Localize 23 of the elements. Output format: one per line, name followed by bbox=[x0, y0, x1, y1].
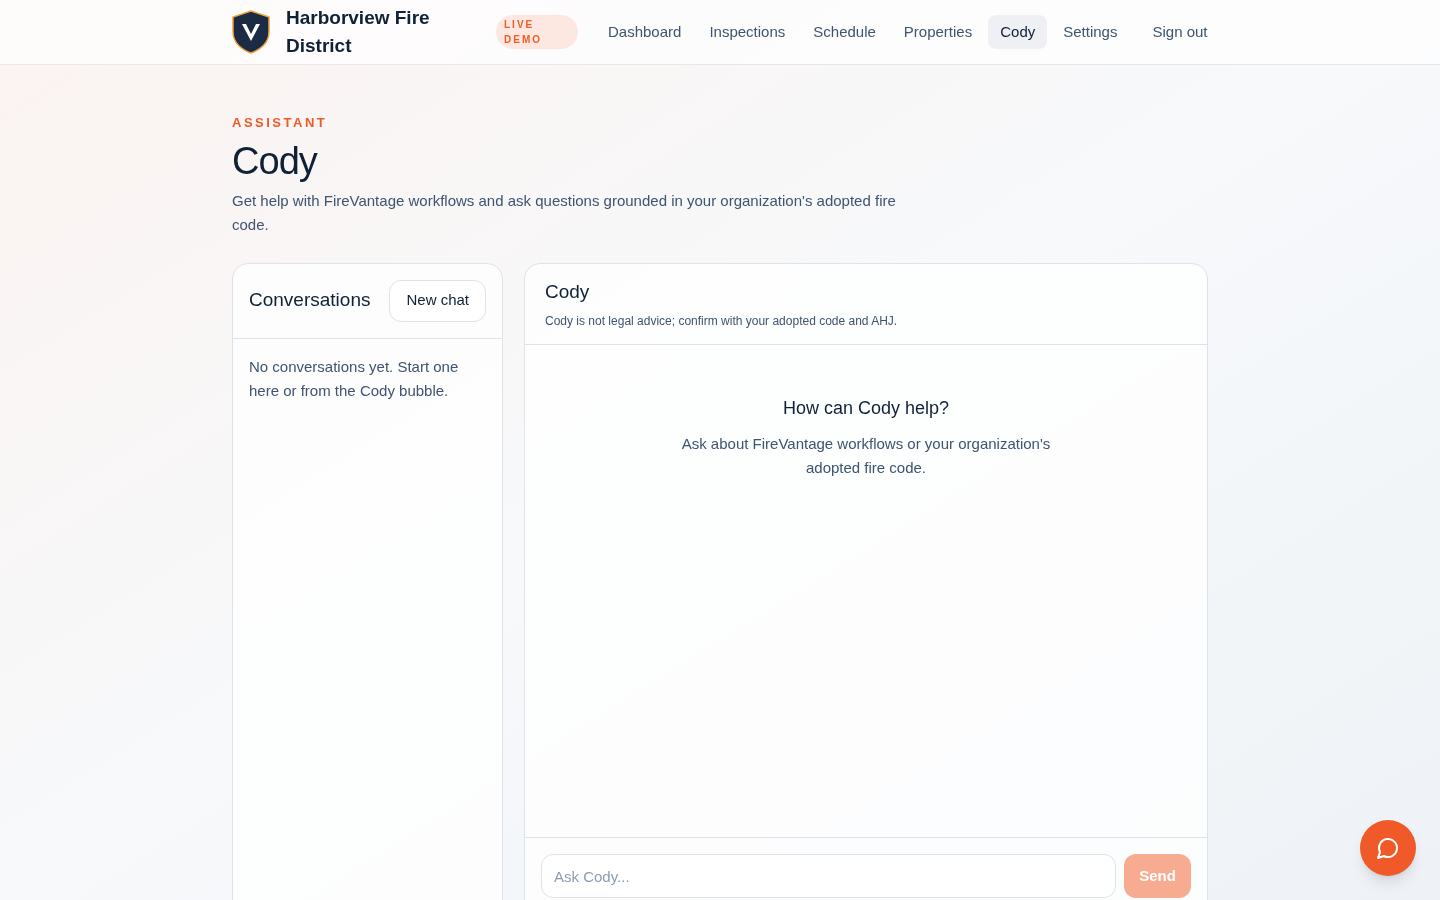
brand-name: Harborview Fire District bbox=[286, 6, 431, 58]
nav-link[interactable]: Settings bbox=[1051, 14, 1130, 50]
nav-link[interactable]: Inspections bbox=[697, 14, 798, 50]
page-title: Cody bbox=[232, 138, 319, 184]
shield-logo-icon bbox=[232, 10, 270, 54]
page-description: Get help with FireVantage workflows and ask questions grounded in your organization's adopted fire code. bbox=[232, 190, 897, 235]
live-demo-badge: LIVE DEMO bbox=[496, 15, 578, 49]
empty-conversations-text: No conversations yet. Start one here or from the Cody bubble. bbox=[248, 356, 460, 401]
nav-link[interactable]: Cody bbox=[988, 14, 1048, 50]
empty-chat-text: Ask about FireVantage workflows or your organization's adopted fire code. bbox=[680, 434, 1052, 478]
nav-link[interactable]: Properties bbox=[891, 14, 985, 50]
chat-bubble-icon bbox=[1376, 836, 1400, 860]
sign-out-link[interactable]: Sign out bbox=[1152, 22, 1208, 42]
section-eyebrow: ASSISTANT bbox=[232, 114, 329, 132]
chat-title: Cody bbox=[545, 279, 591, 304]
nav-link[interactable]: Schedule bbox=[801, 14, 888, 50]
new-chat-button[interactable]: New chat bbox=[389, 279, 486, 322]
chat-bubble-button[interactable] bbox=[1360, 820, 1416, 876]
panel-title: Conversations bbox=[249, 288, 371, 313]
disclaimer-text: Cody is not legal advice; confirm with your adopted code and AHJ. bbox=[545, 313, 899, 330]
nav-link[interactable]: Dashboard bbox=[596, 14, 694, 50]
message-input[interactable]: Ask Cody... bbox=[541, 854, 1116, 898]
empty-chat-title: How can Cody help? bbox=[782, 397, 950, 420]
